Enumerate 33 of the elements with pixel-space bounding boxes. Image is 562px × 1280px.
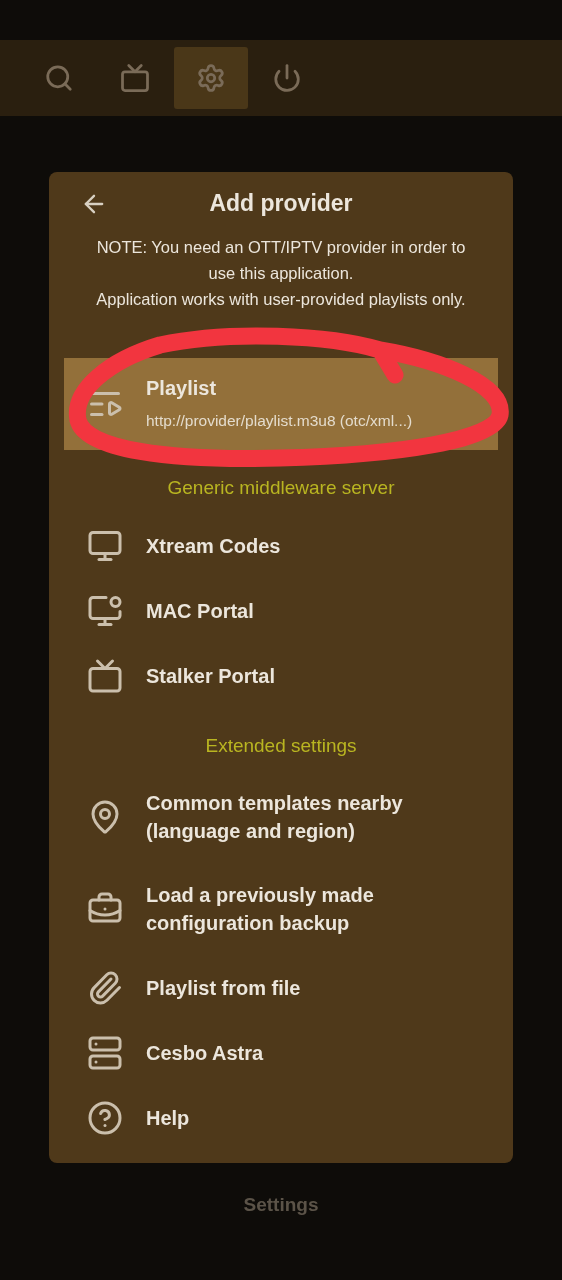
note-text: NOTE: You need an OTT/IPTV provider in order to use this application. [95, 237, 467, 284]
provider-option[interactable]: Help [64, 1085, 498, 1150]
provider-option[interactable]: Common templates nearby (language and region) [64, 771, 498, 863]
option-label: Help [146, 1105, 190, 1131]
option-label: Xtream Codes [146, 533, 281, 559]
option-label: Common templates nearby (language and region) [146, 791, 404, 844]
option-url: http://provider/playlist.m3u8 (otc/xml...) [146, 411, 413, 431]
settings-icon [196, 63, 226, 93]
option-label: Cesbo Astra [146, 1040, 264, 1066]
help-icon [87, 1099, 123, 1136]
server-icon [87, 1034, 123, 1071]
note-text: Application works with user-provided playlists only. [96, 289, 466, 310]
power-icon [272, 63, 302, 93]
tv-icon [120, 63, 150, 93]
provider-option[interactable]: Xtream Codes [64, 513, 498, 578]
option-label: Playlist from file [146, 975, 301, 1001]
option-label: Load a previously made configuration backup [146, 883, 375, 936]
search-icon [44, 63, 74, 93]
provider-option[interactable]: Load a previously made configuration backup [64, 863, 498, 955]
settings-label: Settings [243, 1193, 319, 1217]
tv-icon [87, 657, 123, 694]
section-heading: Generic middleware server [167, 476, 395, 501]
dialog-title: Add provider [209, 188, 353, 218]
provider-option[interactable]: MAC Portal [64, 578, 498, 643]
provider-option[interactable]: Cesbo Astra [64, 1020, 498, 1085]
option-label: Playlist [146, 376, 218, 401]
option-label: Stalker Portal [146, 663, 275, 689]
provider-option[interactable]: Playlist from file [64, 955, 498, 1020]
tab[interactable] [174, 47, 248, 109]
option-label: MAC Portal [146, 598, 254, 624]
provider-option[interactable]: Stalker Portal [64, 643, 498, 708]
section-heading: Extended settings [205, 734, 357, 759]
paperclip-icon [87, 969, 123, 1006]
